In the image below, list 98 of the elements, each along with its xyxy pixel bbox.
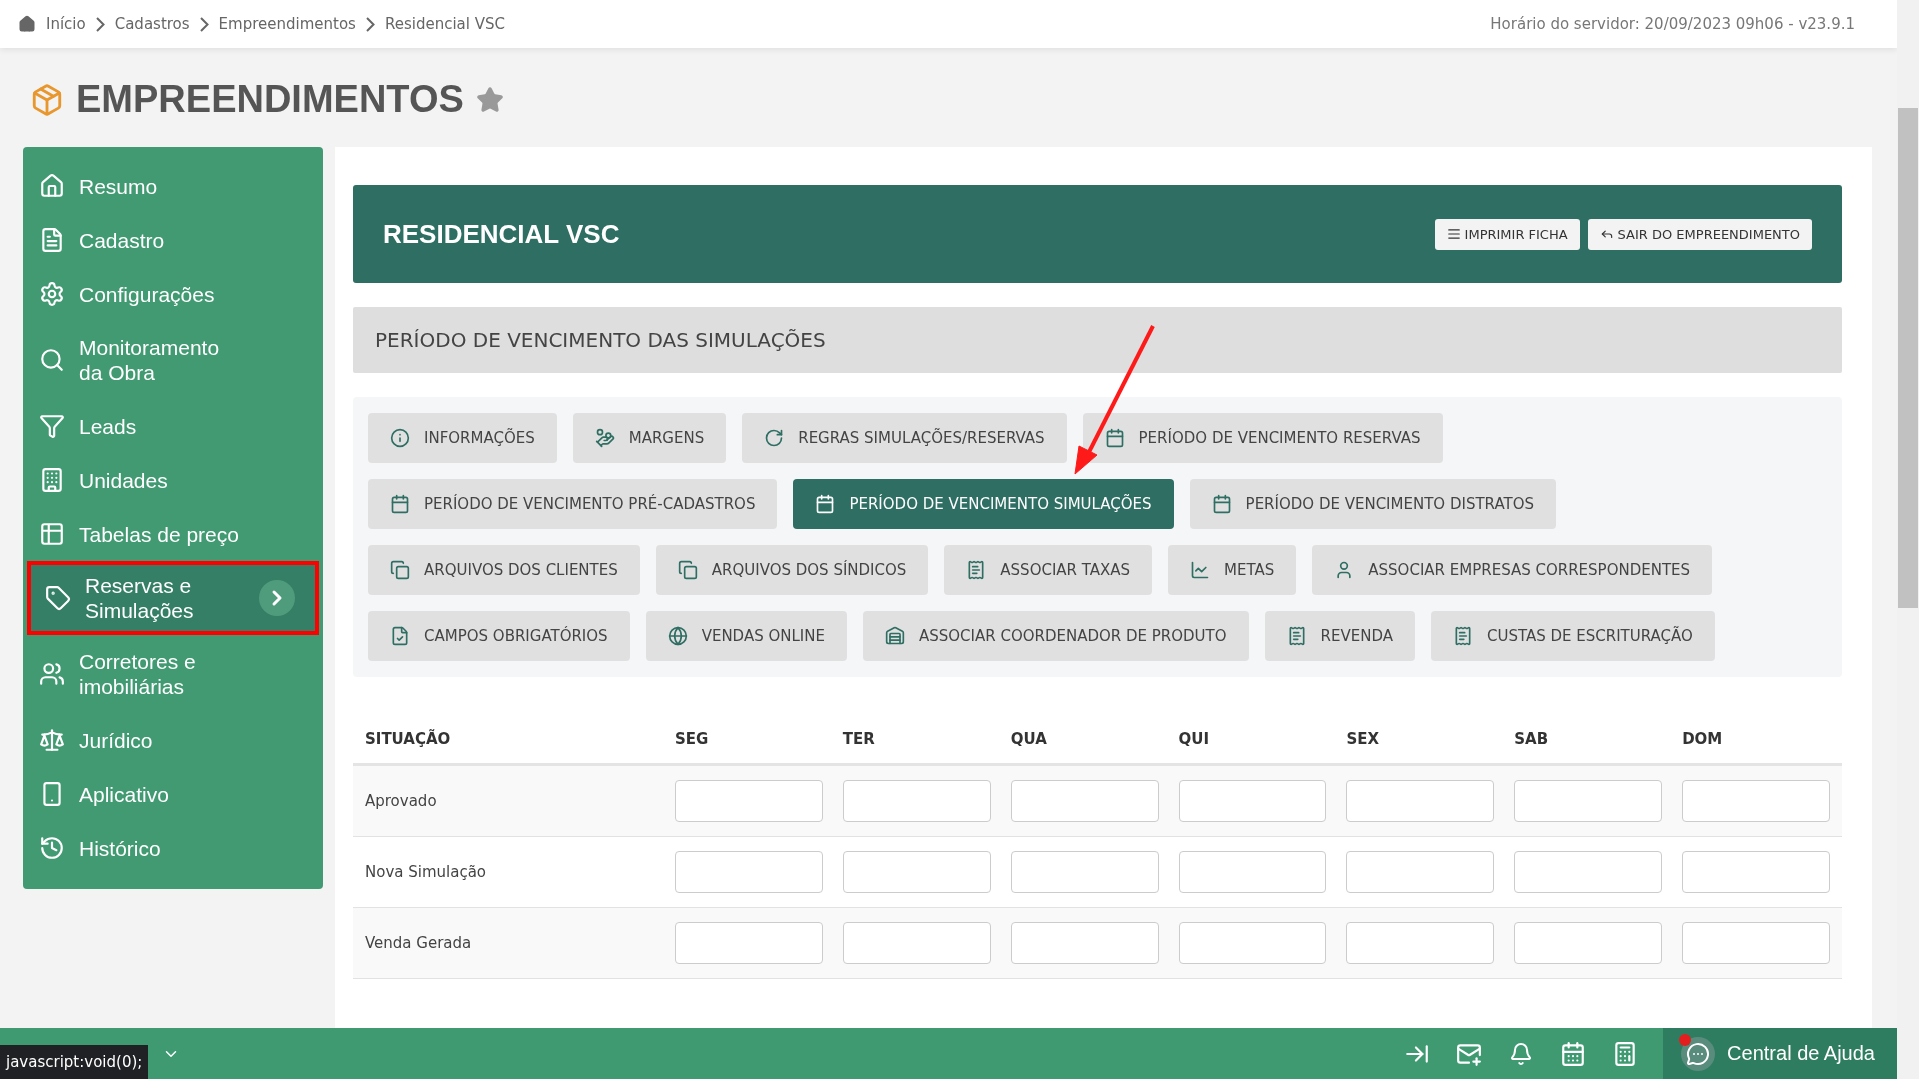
input-field[interactable] [842, 851, 991, 893]
column-header: DOM [1682, 730, 1724, 748]
tab-button[interactable]: REVENDA [1264, 611, 1415, 661]
reply-icon [1599, 227, 1614, 241]
breadcrumb-link[interactable]: Residencial VSC [384, 15, 505, 33]
sidebar-item[interactable]: Reservas e Simulações [27, 561, 319, 635]
building-icon [39, 467, 65, 493]
document-icon [39, 227, 65, 253]
receipt-icon [966, 560, 987, 580]
calendar-icon [1104, 428, 1125, 448]
input-field[interactable] [675, 922, 823, 964]
table-cell-text: Aprovado [365, 792, 438, 810]
header-title: RESIDENCIAL VSC [383, 218, 620, 250]
input-field[interactable] [1682, 780, 1830, 822]
help-button[interactable]: Central de Ajuda [1663, 1028, 1897, 1079]
file-check-icon [390, 626, 410, 646]
input-field[interactable] [1514, 780, 1663, 822]
people-icon [39, 661, 65, 687]
header-button[interactable]: IMPRIMIR FICHA [1434, 218, 1580, 250]
home-icon[interactable] [18, 15, 36, 33]
tab-button[interactable]: PERÍODO DE VENCIMENTO PRÉ-CADASTROS [368, 479, 778, 529]
tab-button[interactable]: CAMPOS OBRIGATÓRIOS [368, 611, 630, 661]
tab-button[interactable]: VENDAS ONLINE [645, 611, 847, 661]
tab-button[interactable]: ASSOCIAR COORDENADOR DE PRODUTO [862, 611, 1249, 661]
column-header: SEG [675, 730, 710, 748]
tab-button[interactable]: ASSOCIAR EMPRESAS CORRESPONDENTES [1312, 545, 1713, 595]
chat-icon [1681, 1036, 1716, 1071]
input-field[interactable] [1010, 780, 1159, 822]
chevron-right-icon [199, 16, 209, 32]
breadcrumb-link[interactable]: Cadastros [114, 15, 190, 33]
input-field[interactable] [1178, 851, 1327, 893]
table-cell-text: Nova Simulação [365, 863, 488, 881]
tab-button[interactable]: INFORMAÇÕES [368, 413, 557, 463]
tab-button[interactable]: METAS [1168, 545, 1297, 595]
column-header: QUI [1178, 730, 1211, 748]
header-button[interactable]: SAIR DO EMPREENDIMENTO [1587, 218, 1812, 250]
tab-button[interactable]: CUSTAS DE ESCRITURAÇÃO [1431, 611, 1715, 661]
globe-icon [667, 626, 688, 646]
money-icon [594, 428, 615, 448]
input-field[interactable] [1514, 922, 1663, 964]
calendar-icon [390, 494, 410, 514]
info-icon [390, 428, 410, 448]
tab-button[interactable]: ASSOCIAR TAXAS [944, 545, 1153, 595]
tab-button[interactable]: ARQUIVOS DOS CLIENTES [368, 545, 640, 595]
tab-button[interactable]: MARGENS [572, 413, 727, 463]
breadcrumb-link[interactable]: Empreendimentos [218, 15, 356, 33]
tab-button[interactable]: PERÍODO DE VENCIMENTO DISTRATOS [1189, 479, 1556, 529]
input-field[interactable] [1178, 780, 1327, 822]
input-field[interactable] [675, 851, 823, 893]
input-field[interactable] [1346, 851, 1495, 893]
home-icon [39, 173, 65, 199]
copy-icon [390, 560, 410, 580]
refresh-icon [764, 428, 785, 448]
search-icon [39, 347, 65, 373]
input-field[interactable] [1346, 922, 1495, 964]
chevron-right-icon [365, 16, 375, 32]
column-header: SEX [1346, 730, 1381, 748]
column-header: SITUAÇÃO [365, 730, 452, 748]
column-header: TER [842, 730, 876, 748]
input-field[interactable] [1010, 922, 1159, 964]
tab-button[interactable]: REGRAS SIMULAÇÕES/RESERVAS [742, 413, 1067, 463]
column-header: SAB [1514, 730, 1550, 748]
tab-button[interactable]: PERÍODO DE VENCIMENTO RESERVAS [1082, 413, 1443, 463]
input-field[interactable] [1346, 780, 1495, 822]
chevron-right-icon [259, 580, 295, 616]
input-field[interactable] [675, 780, 823, 822]
receipt-icon [1286, 626, 1307, 646]
calendar-icon [1211, 494, 1232, 514]
line-chart-icon [1190, 560, 1211, 580]
table-icon [39, 521, 65, 547]
scrollbar-thumb[interactable] [1898, 108, 1918, 608]
section-title: PERÍODO DE VENCIMENTO DAS SIMULAÇÕES [353, 307, 1842, 373]
input-field[interactable] [1514, 851, 1663, 893]
scale-icon [39, 727, 65, 753]
breadcrumb-link[interactable]: Início [46, 15, 86, 33]
receipt-icon [1453, 626, 1473, 646]
tag-icon [45, 585, 71, 611]
input-field[interactable] [842, 780, 991, 822]
box-icon [30, 82, 64, 117]
server-time: Horário do servidor: 20/09/2023 09h06 - v23.9.1 [1490, 15, 1855, 33]
star-icon[interactable] [475, 85, 504, 114]
input-field[interactable] [1682, 851, 1830, 893]
column-header: QUA [1010, 730, 1048, 748]
input-field[interactable] [1010, 851, 1159, 893]
tab-button[interactable]: ARQUIVOS DOS SÍNDICOS [655, 545, 929, 595]
table-cell-text: Venda Gerada [365, 934, 473, 952]
status-url: javascript:void(0); [0, 1045, 149, 1079]
history-icon [39, 835, 65, 861]
settings-icon [39, 281, 65, 307]
input-field[interactable] [1682, 922, 1830, 964]
list-icon [1446, 227, 1461, 241]
chevron-right-icon [95, 16, 105, 32]
copy-icon [677, 560, 698, 580]
filter-icon [39, 413, 65, 439]
input-field[interactable] [842, 922, 991, 964]
input-field[interactable] [1178, 922, 1327, 964]
calendar-icon [815, 494, 836, 514]
page-title: EMPREENDIMENTOS [76, 78, 464, 121]
